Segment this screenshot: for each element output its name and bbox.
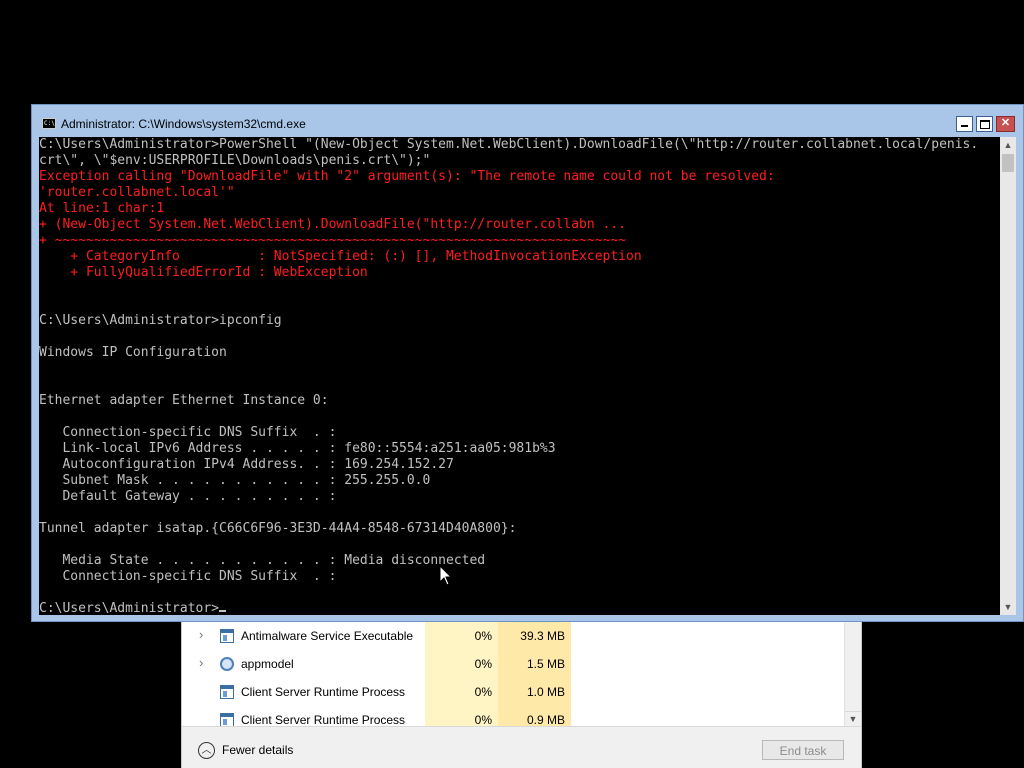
chevron-right-icon[interactable]: › xyxy=(199,628,209,642)
scroll-down-icon[interactable]: ▼ xyxy=(1000,599,1016,615)
fewer-details-link[interactable]: ︿ Fewer details xyxy=(198,740,293,760)
console-line-text: Ethernet adapter Ethernet Instance 0: xyxy=(39,393,329,408)
window-title: Administrator: C:\Windows\system32\cmd.e… xyxy=(61,117,306,131)
console-text: C:\Users\Administrator>PowerShell "(New-… xyxy=(39,137,1000,615)
mouse-pointer-icon xyxy=(439,565,453,586)
fewer-details-label: Fewer details xyxy=(222,743,294,757)
console-line: C:\Users\Administrator>ipconfig xyxy=(39,313,1000,329)
cmd-window[interactable]: C:\ Administrator: C:\Windows\system32\c… xyxy=(31,104,1024,622)
maximize-icon xyxy=(979,120,990,129)
console-line-text: Link-local IPv6 Address . . . . . : fe80… xyxy=(39,441,556,456)
console-line-text: Media State . . . . . . . . . . . : Medi… xyxy=(39,553,486,568)
scroll-up-icon[interactable]: ▲ xyxy=(1000,137,1016,153)
chevron-right-icon[interactable]: › xyxy=(199,656,209,670)
console-line: Media State . . . . . . . . . . . : Medi… xyxy=(39,553,1000,569)
console-line-text: + CategoryInfo : NotSpecified: (:) [], M… xyxy=(39,249,642,264)
process-row[interactable]: › appmodel 0% 1.5 MB xyxy=(182,650,844,678)
scroll-down-icon[interactable]: ▼ xyxy=(845,711,861,726)
process-name: appmodel xyxy=(241,657,294,671)
console-line-text: C:\Users\Administrator> xyxy=(39,601,220,615)
console-line: Connection-specific DNS Suffix . : xyxy=(39,569,1000,585)
console-line-text: Windows IP Configuration xyxy=(39,345,227,360)
console-scrollbar[interactable]: ▲ ▼ xyxy=(1000,137,1016,615)
console-line-text: Default Gateway . . . . . . . . . : xyxy=(39,489,337,504)
minimize-button[interactable] xyxy=(956,116,973,132)
console-line: Connection-specific DNS Suffix . : xyxy=(39,425,1000,441)
console-line: At line:1 char:1 xyxy=(39,201,1000,217)
console-line: Autoconfiguration IPv4 Address. . : 169.… xyxy=(39,457,1000,473)
console-line: Subnet Mask . . . . . . . . . . . : 255.… xyxy=(39,473,1000,489)
process-cpu: 0% xyxy=(425,650,498,678)
console-line-text: Autoconfiguration IPv4 Address. . : 169.… xyxy=(39,457,454,472)
console-line-text: Subnet Mask . . . . . . . . . . . : 255.… xyxy=(39,473,431,488)
console-line-text: + ~~~~~~~~~~~~~~~~~~~~~~~~~~~~~~~~~~~~~~… xyxy=(39,233,626,248)
maximize-button[interactable] xyxy=(976,116,993,132)
cmd-titlebar[interactable]: C:\ Administrator: C:\Windows\system32\c… xyxy=(32,105,1023,137)
close-icon: ✕ xyxy=(1000,117,1011,129)
process-memory: 1.5 MB xyxy=(498,650,571,678)
task-manager-window: › Antimalware Service Executable 0% 39.3 MB… xyxy=(181,610,862,768)
minimize-icon xyxy=(961,125,968,127)
console-line-text: Tunnel adapter isatap.{C66C6F96-3E3D-44A… xyxy=(39,521,517,536)
window-icon xyxy=(220,629,234,643)
process-row[interactable]: Client Server Runtime Process 0% 1.0 MB xyxy=(182,678,844,706)
scrollbar-thumb[interactable] xyxy=(1002,154,1014,172)
process-name: Client Server Runtime Process xyxy=(241,685,406,699)
chevron-up-icon: ︿ xyxy=(198,741,215,759)
console-line: + ~~~~~~~~~~~~~~~~~~~~~~~~~~~~~~~~~~~~~~… xyxy=(39,233,1000,249)
console-line: Link-local IPv6 Address . . . . . : fe80… xyxy=(39,441,1000,457)
process-name: Antimalware Service Executable xyxy=(241,629,414,643)
console-line-text: 'router.collabnet.local'" xyxy=(39,185,235,200)
console-line-text: Exception calling "DownloadFile" with "2… xyxy=(39,169,775,184)
end-task-button[interactable]: End task xyxy=(762,740,844,760)
console-line: Windows IP Configuration xyxy=(39,345,1000,361)
process-cpu: 0% xyxy=(425,622,498,650)
process-name: Client Server Runtime Process xyxy=(241,713,406,727)
console-line-text: C:\Users\Administrator>ipconfig xyxy=(39,313,282,328)
console-line: + CategoryInfo : NotSpecified: (:) [], M… xyxy=(39,249,1000,265)
console-line: + (New-Object System.Net.WebClient).Down… xyxy=(39,217,1000,233)
console-line-text: At line:1 char:1 xyxy=(39,201,165,216)
console-line: + FullyQualifiedErrorId : WebException xyxy=(39,265,1000,281)
process-list[interactable]: › Antimalware Service Executable 0% 39.3 MB… xyxy=(182,622,844,734)
task-manager-footer: ︿ Fewer details End task xyxy=(182,726,861,768)
process-memory: 1.0 MB xyxy=(498,678,571,706)
process-list-scrollbar[interactable]: ▼ xyxy=(844,622,861,726)
cmd-app-icon: C:\ xyxy=(42,118,56,129)
console-output[interactable]: C:\Users\Administrator>PowerShell "(New-… xyxy=(39,137,1000,615)
process-cpu: 0% xyxy=(425,678,498,706)
console-line-text: crt\", \"$env:USERPROFILE\Downloads\peni… xyxy=(39,153,431,168)
console-line-text: + FullyQualifiedErrorId : WebException xyxy=(39,265,368,280)
console-line: Tunnel adapter isatap.{C66C6F96-3E3D-44A… xyxy=(39,521,1000,537)
console-line-text: Connection-specific DNS Suffix . : xyxy=(39,425,337,440)
console-line: Exception calling "DownloadFile" with "2… xyxy=(39,169,1000,185)
text-cursor xyxy=(219,610,227,612)
console-line: C:\Users\Administrator>PowerShell "(New-… xyxy=(39,137,1000,153)
close-button[interactable]: ✕ xyxy=(996,116,1015,132)
console-line-text: C:\Users\Administrator>PowerShell "(New-… xyxy=(39,137,979,152)
console-line: Default Gateway . . . . . . . . . : xyxy=(39,489,1000,505)
console-line: crt\", \"$env:USERPROFILE\Downloads\peni… xyxy=(39,153,1000,169)
console-line: 'router.collabnet.local'" xyxy=(39,185,1000,201)
console-line-text: Connection-specific DNS Suffix . : xyxy=(39,569,337,584)
window-icon xyxy=(220,713,234,727)
command-prompt-line: C:\Users\Administrator> xyxy=(39,601,1000,615)
process-row[interactable]: › Antimalware Service Executable 0% 39.3 MB xyxy=(182,622,844,650)
gear-icon xyxy=(220,657,234,671)
window-icon xyxy=(220,685,234,699)
console-line: Ethernet adapter Ethernet Instance 0: xyxy=(39,393,1000,409)
console-line-text: + (New-Object System.Net.WebClient).Down… xyxy=(39,217,626,232)
process-memory: 39.3 MB xyxy=(498,622,571,650)
